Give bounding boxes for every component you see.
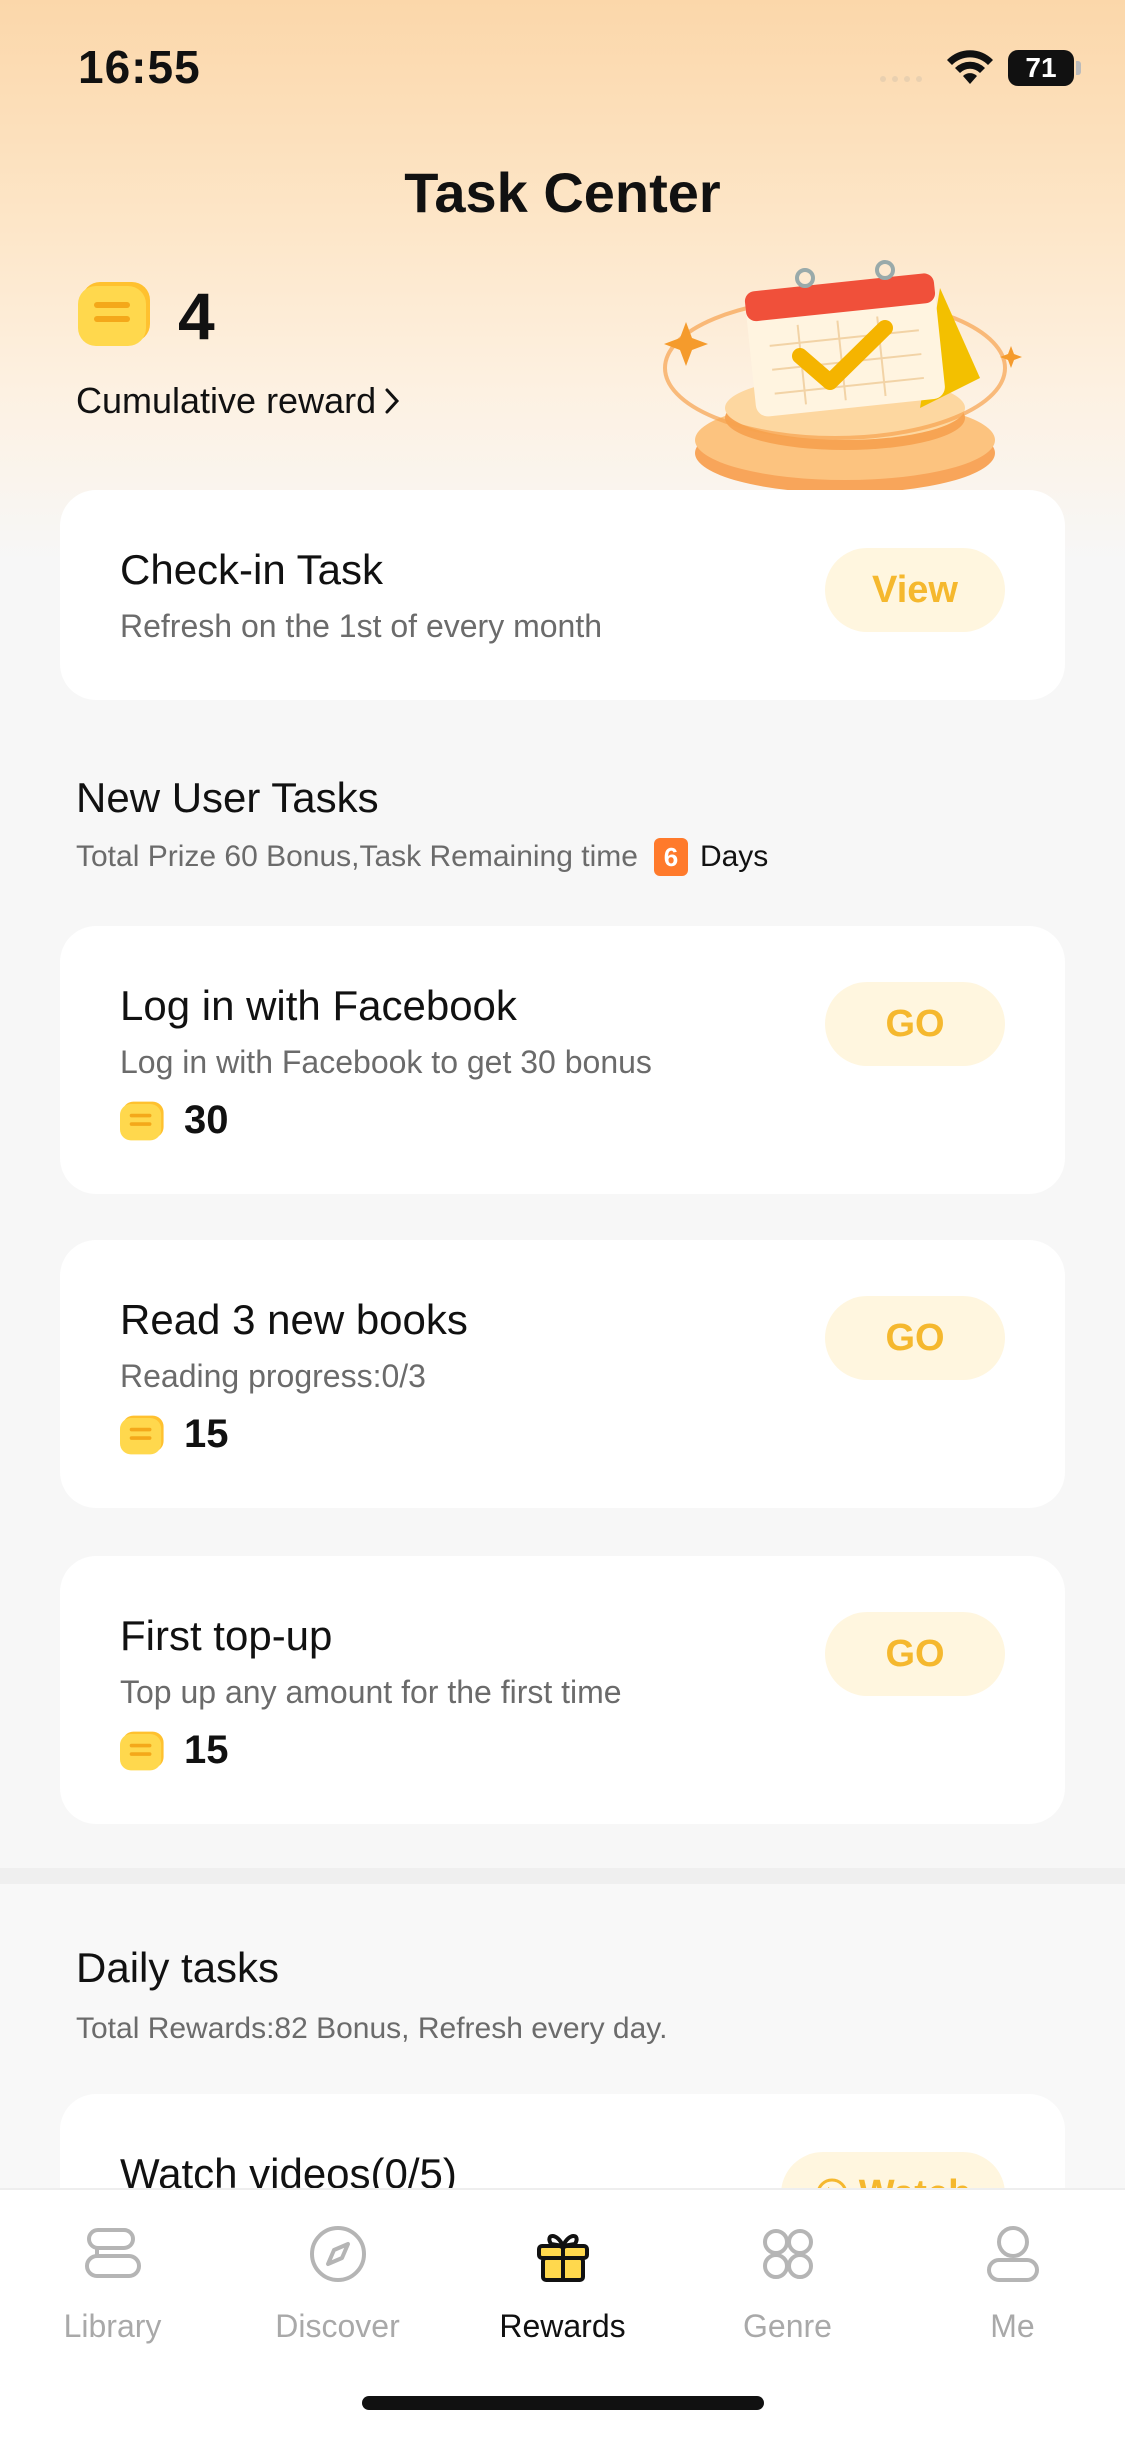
days-remaining-badge: 6 (653, 838, 688, 876)
days-label: Days (699, 840, 769, 873)
checkin-card: Check-in Task Refresh on the 1st of ever… (60, 490, 1065, 700)
wifi-icon (947, 50, 993, 84)
tab-label: Library (63, 2308, 162, 2344)
status-time: 16:55 (78, 41, 201, 93)
grid-icon (762, 2229, 813, 2279)
task-subtitle: Reading progress:0/3 (120, 1358, 426, 1394)
tab-me[interactable]: Me (900, 2214, 1125, 2345)
tab-library[interactable]: Library (0, 2214, 225, 2345)
coin-icon (120, 1731, 164, 1770)
coin-icon (120, 1415, 164, 1454)
task-card-top-up: First top-up Top up any amount for the f… (60, 1556, 1065, 1824)
task-reward: 15 (120, 1412, 229, 1457)
task-subtitle: Log in with Facebook to get 30 bonus (120, 1044, 652, 1080)
tab-label: Genre (743, 2308, 832, 2344)
task-title: First top-up (120, 1612, 333, 1659)
tab-discover[interactable]: Discover (225, 2214, 450, 2345)
daily-tasks-subtitle: Total Rewards:82 Bonus, Refresh every da… (76, 2012, 668, 2045)
person-icon (986, 2226, 1039, 2282)
chevron-right-icon (385, 388, 400, 414)
task-card-read-books: Read 3 new books Reading progress:0/3 15… (60, 1240, 1065, 1508)
library-icon (84, 2228, 141, 2278)
view-button[interactable]: View (825, 548, 1005, 632)
gift-icon (536, 2234, 589, 2282)
battery-tip (1076, 61, 1081, 75)
reward-amount: 30 (184, 1098, 229, 1142)
new-user-prize-text: Total Prize 60 Bonus,Task Remaining time (76, 840, 638, 873)
daily-tasks-title: Daily tasks (76, 1944, 280, 1991)
checkin-subtitle: Refresh on the 1st of every month (120, 608, 603, 644)
tab-label: Me (990, 2308, 1035, 2344)
tab-genre[interactable]: Genre (675, 2214, 900, 2345)
reward-amount: 15 (184, 1728, 229, 1772)
task-reward: 30 (120, 1098, 229, 1143)
new-user-tasks-subtitle: Total Prize 60 Bonus,Task Remaining time… (76, 838, 768, 876)
status-bar: 16:55 71 (0, 0, 1125, 130)
task-subtitle: Top up any amount for the first time (120, 1674, 622, 1710)
tab-label: Rewards (499, 2308, 626, 2344)
cumulative-reward-link[interactable]: Cumulative reward (76, 380, 400, 422)
compass-icon (309, 2226, 366, 2282)
calendar-illustration (663, 260, 1022, 493)
go-button-facebook[interactable]: GO (825, 982, 1005, 1066)
checkin-title: Check-in Task (120, 546, 383, 593)
signal-dots-icon (880, 76, 922, 82)
reward-amount: 15 (184, 1412, 229, 1456)
task-title: Log in with Facebook (120, 982, 517, 1029)
tab-label: Discover (275, 2308, 400, 2344)
section-divider (0, 1868, 1125, 1884)
coin-icon (120, 1101, 164, 1140)
coin-balance: 4 (178, 279, 215, 353)
go-button-top-up[interactable]: GO (825, 1612, 1005, 1696)
cumulative-reward-label: Cumulative reward (76, 380, 377, 421)
go-button-read-books[interactable]: GO (825, 1296, 1005, 1380)
tab-rewards[interactable]: Rewards (450, 2214, 675, 2345)
home-indicator (362, 2396, 764, 2410)
task-title: Read 3 new books (120, 1296, 468, 1343)
coin-icon (78, 282, 150, 346)
page-title: Task Center (404, 161, 721, 224)
new-user-tasks-title: New User Tasks (76, 774, 379, 821)
battery-level: 71 (1008, 50, 1074, 86)
task-card-facebook: Log in with Facebook Log in with Faceboo… (60, 926, 1065, 1194)
task-reward: 15 (120, 1728, 229, 1773)
